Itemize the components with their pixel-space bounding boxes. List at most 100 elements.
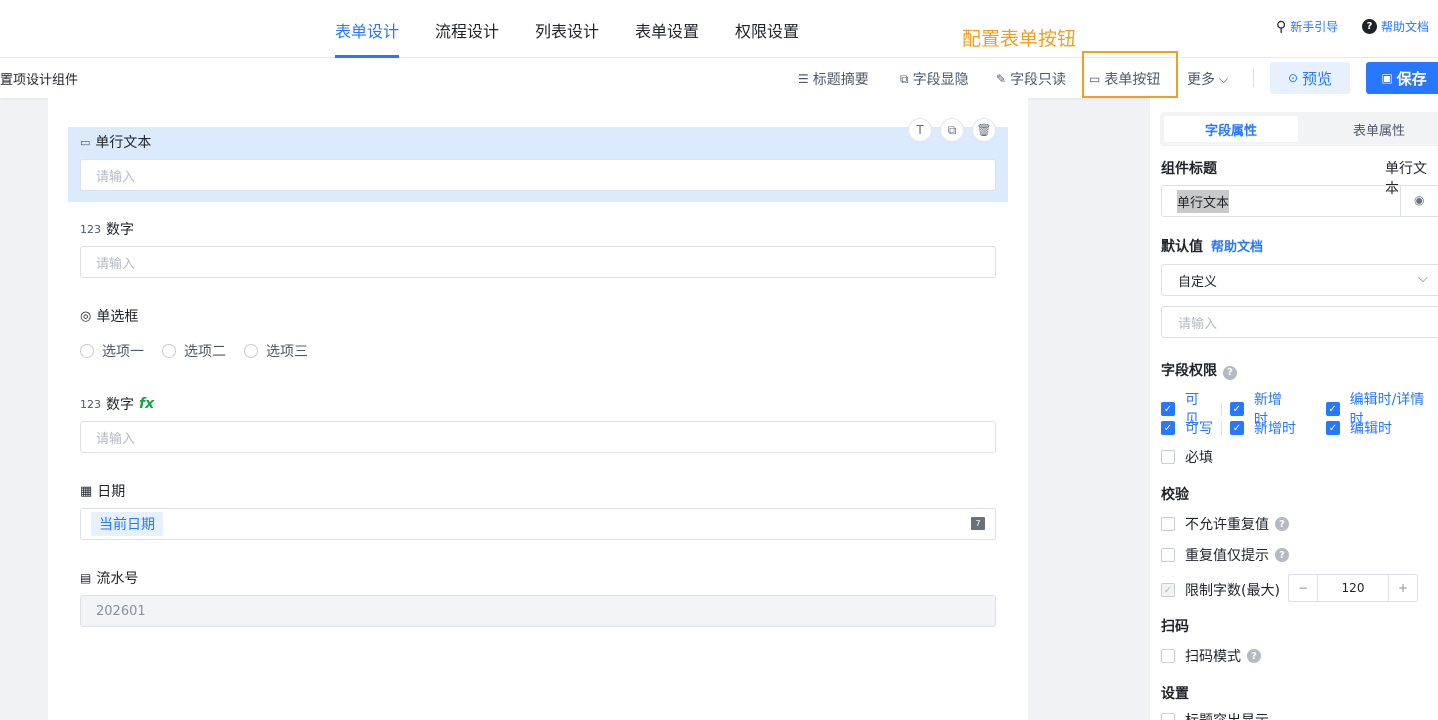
- formula-icon: fx: [139, 396, 155, 412]
- question-icon[interactable]: ?: [1247, 649, 1261, 663]
- writable-label: 可写: [1185, 421, 1213, 437]
- title-summary-button[interactable]: ☰ 标题摘要: [798, 69, 869, 89]
- more-dropdown[interactable]: 更多 ⌵: [1187, 69, 1228, 89]
- tab-flow-design[interactable]: 流程设计: [435, 18, 499, 42]
- toolbar: 置项设计组件 ☰ 标题摘要 ⧉ 字段显隐 ✎ 字段只读 ▭ 表单按钮 更多 ⌵: [0, 58, 1438, 98]
- input-divider: [1400, 186, 1401, 216]
- calendar-icon: ▦: [80, 483, 93, 499]
- field-visibility-label: 字段显隐: [912, 72, 969, 88]
- help-doc-link[interactable]: 帮助文档: [1211, 240, 1263, 255]
- title-input[interactable]: 单行文本 ◉: [1161, 185, 1438, 217]
- question-icon[interactable]: ?: [1223, 365, 1237, 380]
- text-format-icon[interactable]: T: [908, 118, 932, 142]
- limit-chars-stepper[interactable]: − 120 +: [1288, 574, 1418, 602]
- date-tag: 当前日期: [91, 512, 163, 536]
- default-value-input[interactable]: 请输入: [1161, 306, 1438, 338]
- number-formula-input[interactable]: 请输入: [80, 421, 996, 453]
- question-icon[interactable]: ?: [1275, 517, 1289, 531]
- play-circle-icon: ⊙: [1287, 71, 1299, 85]
- field-visibility-button[interactable]: ⧉ 字段显隐: [900, 69, 969, 89]
- field-label-text: 数字: [106, 397, 134, 413]
- toolbar-divider: [1253, 69, 1254, 87]
- help-link[interactable]: ? 帮助文档: [1362, 18, 1429, 35]
- save-icon: ▣: [1381, 71, 1393, 85]
- field-label-text: 流水号: [96, 571, 139, 587]
- duplicate-hint-checkbox[interactable]: [1161, 548, 1175, 562]
- tab-form-design[interactable]: 表单设计: [335, 18, 399, 42]
- title-highlight-row: 标题突出显示: [1161, 710, 1269, 720]
- radio-option[interactable]: 选项二: [162, 341, 226, 361]
- field-label: 123 数字: [80, 219, 134, 239]
- no-duplicate-checkbox[interactable]: [1161, 517, 1175, 531]
- no-duplicate-label: 不允许重复值: [1185, 517, 1269, 533]
- field-number[interactable]: 123 数字 请输入: [68, 214, 1008, 284]
- visible-checkbox[interactable]: ✓: [1161, 402, 1175, 416]
- visible-edit-checkbox[interactable]: ✓: [1325, 402, 1340, 416]
- limit-chars-checkbox: ✓: [1161, 583, 1175, 597]
- radio-icon: ◎: [80, 308, 92, 324]
- writable-create-checkbox[interactable]: ✓: [1230, 421, 1244, 435]
- field-number-formula[interactable]: 123 数字 fx 请输入: [68, 389, 1008, 459]
- field-label: ▤ 流水号: [80, 568, 138, 588]
- delete-icon[interactable]: 🗑: [972, 118, 996, 142]
- annotation-label: 配置表单按钮: [962, 28, 1077, 50]
- required-label: 必填: [1185, 450, 1213, 466]
- settings-heading: 设置: [1161, 686, 1189, 702]
- field-label: 123 数字 fx: [80, 394, 154, 414]
- writable-edit-checkbox[interactable]: ✓: [1326, 421, 1340, 435]
- preview-button[interactable]: ⊙ 预览: [1270, 62, 1350, 94]
- chevron-down-icon: ⌵: [1219, 71, 1229, 86]
- increment-button[interactable]: +: [1389, 575, 1417, 601]
- number-icon: 123: [80, 222, 101, 236]
- serial-icon: ▤: [80, 571, 92, 585]
- default-value-select[interactable]: 自定义 ⌵: [1161, 264, 1438, 296]
- field-label: ▦ 日期: [80, 481, 125, 501]
- radio-option[interactable]: 选项三: [244, 341, 308, 361]
- field-radio[interactable]: ◎ 单选框 选项一 选项二 选项三: [68, 301, 1008, 371]
- field-label-text: 单行文本: [95, 135, 152, 151]
- guide-link[interactable]: ⚲ 新手引导: [1276, 18, 1338, 35]
- divider: [1221, 421, 1222, 435]
- radio-option-label: 选项二: [184, 344, 226, 360]
- eye-icon[interactable]: ◉: [1414, 193, 1424, 207]
- copy-icon[interactable]: ⧉: [940, 118, 964, 142]
- tab-list-design[interactable]: 列表设计: [535, 18, 599, 42]
- required-checkbox[interactable]: [1161, 450, 1175, 464]
- writable-checkbox[interactable]: ✓: [1161, 421, 1175, 435]
- preview-label: 预览: [1302, 69, 1333, 88]
- tab-form-settings[interactable]: 表单设置: [635, 18, 699, 42]
- field-label: ◎ 单选框: [80, 306, 138, 326]
- title-icon: ☰: [798, 72, 809, 86]
- no-duplicate-row: 不允许重复值?: [1161, 514, 1289, 534]
- radio-option-label: 选项三: [266, 344, 308, 360]
- writable-create-label: 新增时: [1254, 421, 1296, 437]
- more-label: 更多: [1187, 72, 1215, 88]
- scan-mode-checkbox[interactable]: [1161, 649, 1175, 663]
- radio-option[interactable]: 选项一: [80, 341, 144, 361]
- date-input[interactable]: 当前日期 7: [80, 508, 996, 540]
- title-highlight-checkbox[interactable]: [1161, 713, 1175, 720]
- highlight-box: [1082, 51, 1178, 98]
- single-text-input[interactable]: 请输入: [80, 159, 996, 191]
- field-single-text[interactable]: ▭ 单行文本 请输入: [68, 127, 1008, 202]
- field-date[interactable]: ▦ 日期 当前日期 7: [68, 476, 1008, 546]
- decrement-button[interactable]: −: [1289, 575, 1317, 601]
- field-readonly-label: 字段只读: [1010, 72, 1067, 88]
- field-permission-heading: 字段权限?: [1161, 360, 1237, 380]
- field-label-text: 单选框: [96, 309, 139, 325]
- title-highlight-label: 标题突出显示: [1185, 710, 1269, 720]
- tab-form-properties[interactable]: 表单属性: [1312, 116, 1438, 142]
- question-icon[interactable]: ?: [1275, 548, 1289, 562]
- tab-field-properties[interactable]: 字段属性: [1164, 116, 1298, 142]
- number-input[interactable]: 请输入: [80, 246, 996, 278]
- field-readonly-button[interactable]: ✎ 字段只读: [996, 69, 1066, 89]
- default-value-label: 默认值: [1161, 239, 1203, 255]
- tab-permission-settings[interactable]: 权限设置: [735, 18, 799, 42]
- stepper-value[interactable]: 120: [1317, 575, 1389, 601]
- save-button[interactable]: ▣ 保存: [1366, 62, 1438, 94]
- pin-icon: ✎: [996, 72, 1007, 86]
- visible-create-checkbox[interactable]: ✓: [1229, 402, 1244, 416]
- field-serial-number[interactable]: ▤ 流水号 202601: [68, 563, 1008, 633]
- save-label: 保存: [1396, 69, 1427, 88]
- limit-chars-row: ✓ 限制字数(最大): [1161, 580, 1280, 600]
